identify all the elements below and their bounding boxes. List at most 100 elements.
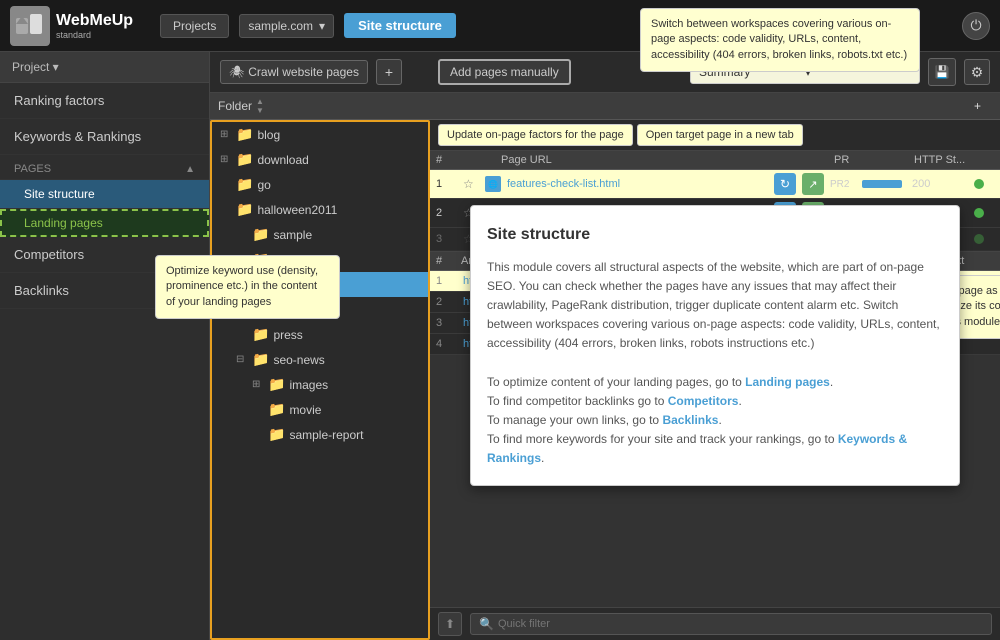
site-structure-modal: Site structure This module covers all st…	[470, 205, 960, 486]
logo-text: WebMeUp	[56, 12, 133, 29]
folder-panel: ⊞ 📁 blog ⊞ 📁 download 📁 go	[210, 120, 430, 640]
modal-keywords-link[interactable]: Keywords & Rankings	[487, 432, 907, 465]
sidebar-item-landing-pages[interactable]: Landing pages	[0, 209, 209, 237]
folder-sample[interactable]: 📁 sample	[228, 222, 428, 247]
col-http-header: HTTP St...	[914, 154, 974, 166]
quick-filter[interactable]: 🔍	[470, 613, 992, 635]
favicon: 🌐	[485, 176, 501, 192]
modal-landing-link[interactable]: Landing pages	[745, 375, 830, 389]
open-button[interactable]: ↗	[802, 173, 824, 195]
page-action-tooltips: Update on-page factors for the page Open…	[430, 120, 1000, 151]
page-link[interactable]: features-check-list.html	[507, 178, 620, 190]
folder-movie2[interactable]: 📁 movie	[244, 397, 428, 422]
folder-icon: 📁	[236, 201, 253, 218]
status-dot	[974, 179, 984, 189]
nav-back-button[interactable]: ⬆	[438, 612, 462, 636]
modal-backlinks-link[interactable]: Backlinks	[662, 413, 718, 427]
search-icon: 🔍	[479, 617, 494, 631]
sort-up-icon: ▲	[256, 97, 264, 106]
sidebar-item-ranking-factors-label: Ranking factors	[14, 93, 104, 108]
logo-icon	[10, 6, 50, 46]
folder-seo-news[interactable]: ⊟ 📁 seo-news	[228, 347, 428, 372]
modal-title: Site structure	[487, 222, 943, 248]
folder-icon: 📁	[252, 226, 269, 243]
folder-go[interactable]: 📁 go	[212, 172, 428, 197]
sidebar-project-label: Project ▾	[12, 60, 59, 74]
folder-press[interactable]: 📁 press	[228, 322, 428, 347]
folder-images[interactable]: ⊞ 📁 images	[244, 372, 428, 397]
domain-label: sample.com	[248, 19, 313, 33]
landing-pages-tooltip: Optimize keyword use (density, prominenc…	[155, 255, 340, 319]
folder-label: movie	[289, 403, 321, 417]
spider-icon: 🕷	[229, 65, 244, 79]
status-dot	[974, 234, 984, 244]
sidebar-item-competitors-label: Competitors	[14, 247, 84, 262]
folder-icon: 📁	[268, 376, 285, 393]
sidebar-item-keywords-rankings-label: Keywords & Rankings	[14, 129, 141, 144]
expand-icon: ⊟	[236, 354, 248, 365]
folder-icon: 📁	[236, 126, 253, 143]
folder-download[interactable]: ⊞ 📁 download	[212, 147, 428, 172]
domain-selector[interactable]: sample.com ▾	[239, 14, 334, 38]
folder-icon: 📁	[268, 426, 285, 443]
pages-sub-items: Site structure Landing pages	[0, 180, 209, 237]
quick-filter-input[interactable]	[498, 618, 983, 630]
folder-label: seo-news	[273, 353, 324, 367]
sidebar-item-backlinks-label: Backlinks	[14, 283, 69, 298]
folder-label: sample	[273, 228, 312, 242]
add-pages-label: Add pages manually	[450, 65, 559, 79]
table-header: Folder ▲ ▼ +	[210, 93, 1000, 120]
settings-button[interactable]: ⚙	[964, 59, 990, 85]
folder-label: images	[289, 378, 328, 392]
sort-down-icon: ▼	[256, 106, 264, 115]
expand-icon: ⊞	[220, 154, 232, 165]
folder-icon: 📁	[236, 176, 253, 193]
col-num-header: #	[436, 154, 461, 166]
update-factors-button[interactable]: Update on-page factors for the page	[438, 124, 633, 146]
folder-icon: 📁	[252, 326, 269, 343]
status-dot	[974, 208, 984, 218]
chevron-down-icon: ▾	[319, 19, 325, 33]
sidebar-item-ranking-factors[interactable]: Ranking factors	[0, 83, 209, 119]
workspace-tooltip: Switch between workspaces covering vario…	[640, 8, 920, 72]
folder-label: halloween2011	[257, 203, 337, 217]
add-icon-button[interactable]: +	[376, 59, 402, 85]
folder-label: go	[257, 178, 270, 192]
sidebar-pages-label: Pages	[14, 163, 51, 175]
sidebar-item-site-structure[interactable]: Site structure	[0, 180, 209, 209]
power-button[interactable]: ⏻	[962, 12, 990, 40]
sidebar: Project ▾ Ranking factors Keywords & Ran…	[0, 52, 210, 640]
folder-sample-report[interactable]: 📁 sample-report	[244, 422, 428, 447]
logo: WebMeUp standard	[10, 6, 150, 46]
filter-bar: ⬆ 🔍	[430, 607, 1000, 640]
pages-arrow-icon: ▲	[185, 164, 195, 175]
star-icon[interactable]: ☆	[463, 177, 474, 191]
add-pages-button[interactable]: Add pages manually	[438, 59, 571, 85]
page-row-1[interactable]: 1 ☆ 🌐 features-check-list.html ↻ ↗	[430, 170, 1000, 199]
site-structure-button[interactable]: Site structure	[344, 13, 456, 38]
open-target-button[interactable]: Open target page in a new tab	[637, 124, 803, 146]
sidebar-pages-section[interactable]: Pages ▲	[0, 155, 209, 180]
sidebar-project: Project ▾	[0, 52, 209, 83]
folder-icon: 📁	[252, 351, 269, 368]
refresh-button[interactable]: ↻	[774, 173, 796, 195]
folder-label: sample-report	[289, 428, 363, 442]
folder-label: blog	[257, 128, 280, 142]
sidebar-item-keywords-rankings[interactable]: Keywords & Rankings	[0, 119, 209, 155]
pages-table-header: # Page URL PR HTTP St...	[430, 151, 1000, 170]
crawl-button[interactable]: 🕷 Crawl website pages	[220, 60, 368, 84]
content-area: 🕷 Crawl website pages + Add pages manual…	[210, 52, 1000, 640]
folder-label: download	[257, 153, 308, 167]
folder-halloween2011[interactable]: 📁 halloween2011	[212, 197, 428, 222]
add-folder-btn[interactable]: +	[974, 99, 992, 113]
modal-competitors-link[interactable]: Competitors	[668, 394, 739, 408]
save-button[interactable]: 💾	[928, 58, 956, 86]
projects-button[interactable]: Projects	[160, 14, 229, 38]
folder-icon: 📁	[236, 151, 253, 168]
main-layout: Project ▾ Ranking factors Keywords & Ran…	[0, 52, 1000, 640]
crawl-button-label: Crawl website pages	[248, 65, 359, 79]
pr-bar: PR2	[830, 179, 910, 190]
folder-blog[interactable]: ⊞ 📁 blog	[212, 122, 428, 147]
folder-column-label: Folder	[218, 99, 252, 113]
sort-icons[interactable]: ▲ ▼	[256, 97, 264, 115]
